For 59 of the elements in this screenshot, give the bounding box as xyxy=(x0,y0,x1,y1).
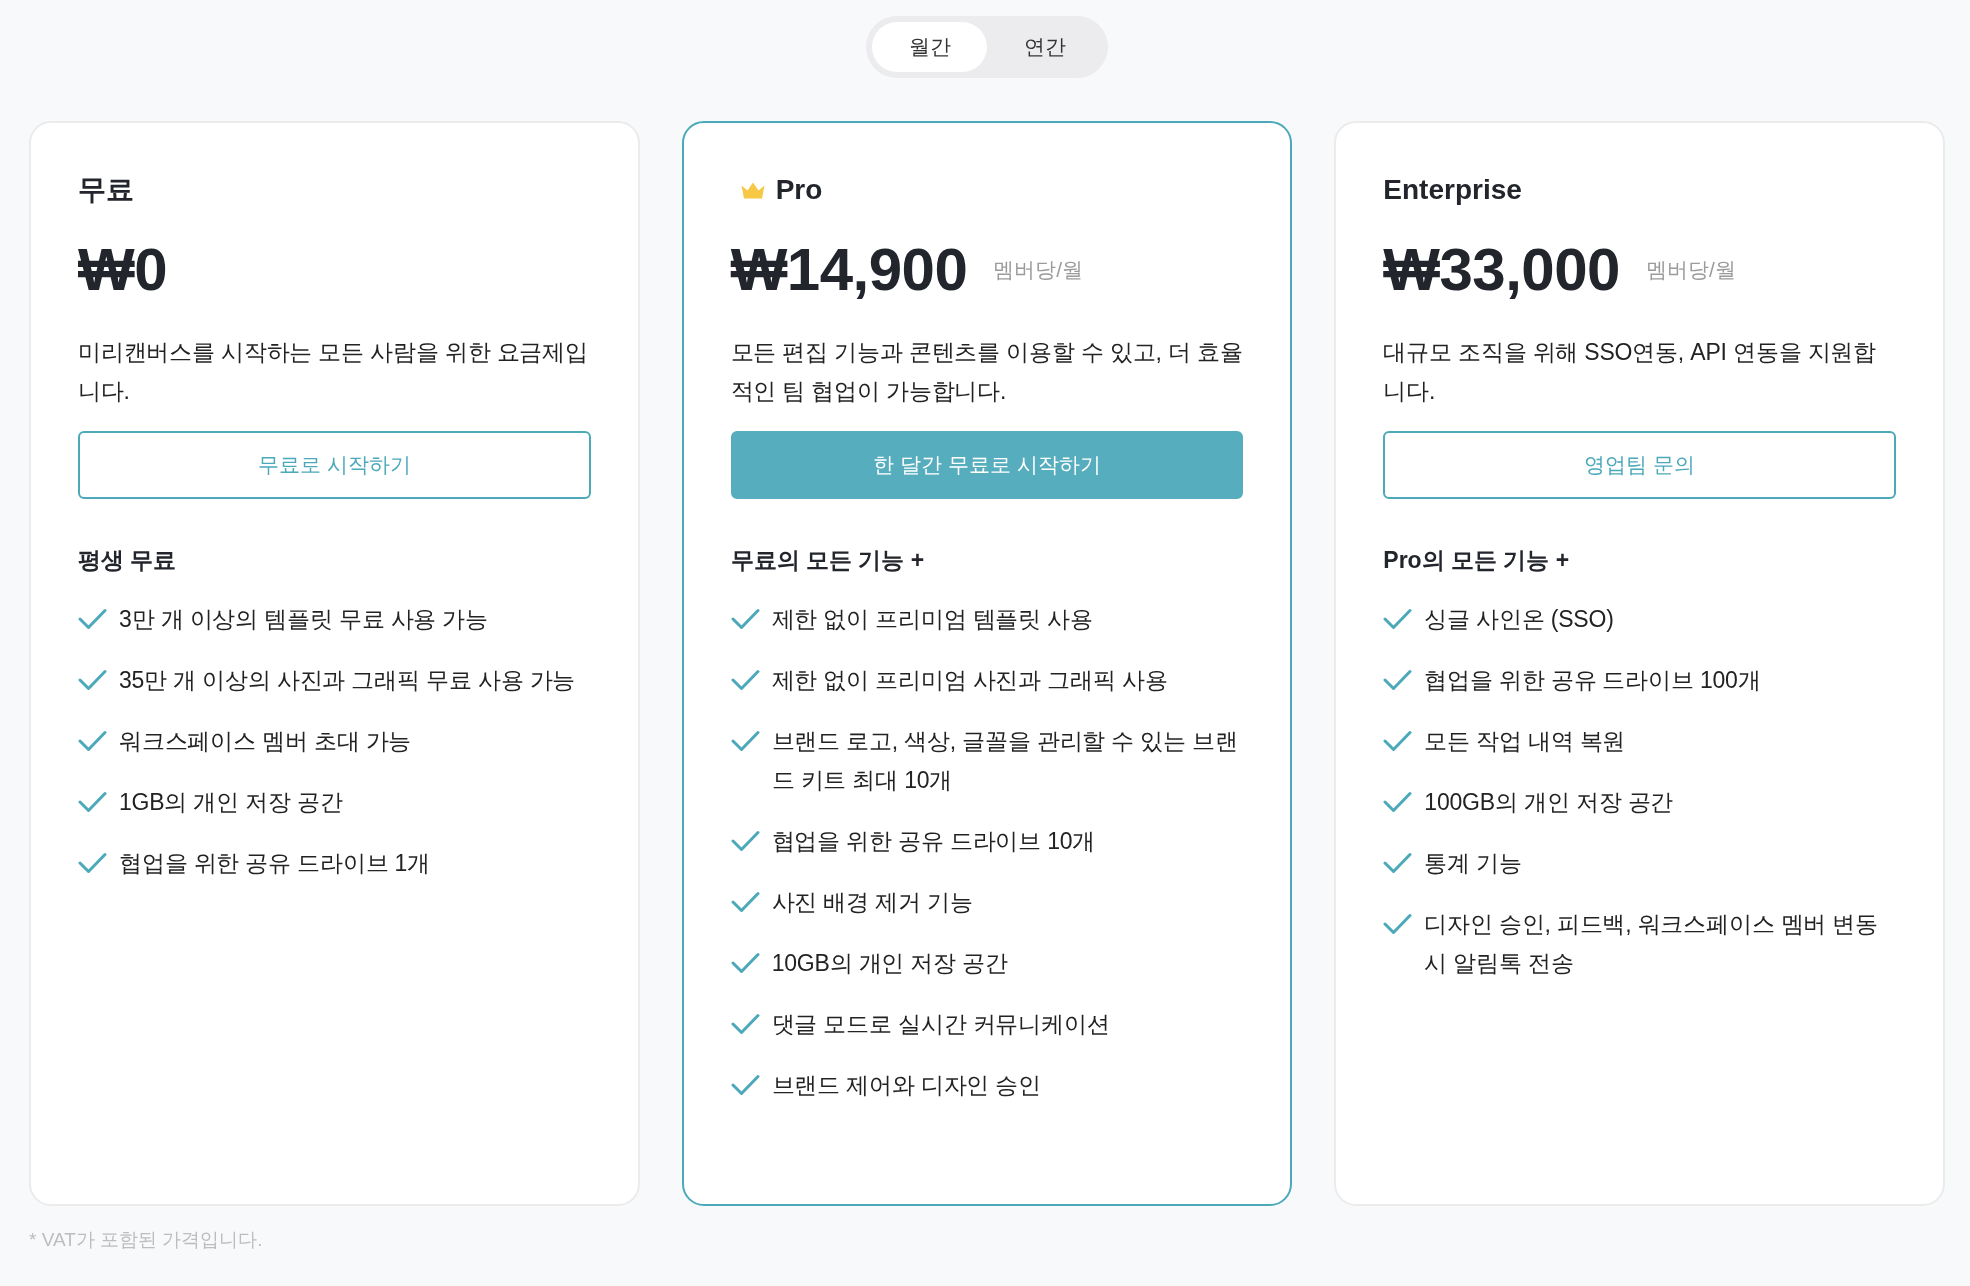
feature-text: 사진 배경 제거 기능 xyxy=(771,888,973,917)
plan-description: 모든 편집 기능과 콘텐츠를 이용할 수 있고, 더 효율적인 팀 협업이 가능합니다. xyxy=(730,338,1244,406)
feature-text: 3만 개 이상의 템플릿 무료 사용 가능 xyxy=(119,605,488,634)
check-icon xyxy=(1383,913,1413,935)
check-icon xyxy=(1383,791,1413,813)
check-icon xyxy=(730,952,760,974)
feature-text: 1GB의 개인 저장 공간 xyxy=(119,788,343,817)
feature-text: 협업을 위한 공유 드라이브 1개 xyxy=(119,849,430,878)
check-icon xyxy=(730,1013,760,1035)
features-heading: 무료의 모든 기능 + xyxy=(730,546,926,575)
feature-text: 댓글 모드로 실시간 커뮤니케이션 xyxy=(771,1010,1110,1039)
check-icon xyxy=(1383,669,1413,691)
plan-description: 대규모 조직을 위해 SSO연동, API 연동을 지원합니다. xyxy=(1383,338,1877,406)
feature-text: 협업을 위한 공유 드라이브 10개 xyxy=(771,827,1096,856)
billing-tab[interactable]: 연간 xyxy=(987,22,1102,72)
feature-text: 10GB의 개인 저장 공간 xyxy=(771,949,1008,978)
price-unit: 멤버당/월 xyxy=(993,257,1084,283)
feature-text: 제한 없이 프리미엄 템플릿 사용 xyxy=(771,605,1093,634)
feature-text: 워크스페이스 멤버 초대 가능 xyxy=(119,727,412,756)
plan-name: Enterprise xyxy=(1383,173,1522,207)
check-icon xyxy=(78,669,107,691)
check-icon xyxy=(1383,730,1413,752)
check-icon xyxy=(78,730,107,752)
check-icon xyxy=(78,608,107,630)
plan-description: 미리캔버스를 시작하는 모든 사람을 위한 요금제입니다. xyxy=(78,338,589,406)
feature-text: 브랜드 제어와 디자인 승인 xyxy=(771,1071,1042,1100)
plan-price: ₩33,000 xyxy=(1383,235,1620,305)
plan-price: ₩14,900 xyxy=(730,235,968,305)
footnote-text: * VAT가 포함된 가격입니다. xyxy=(29,1228,263,1252)
feature-text: 브랜드 로고, 색상, 글꼴을 관리할 수 있는 브랜드 키트 최대 10개 xyxy=(771,727,1239,795)
features-heading: 평생 무료 xyxy=(78,546,178,575)
feature-text: 100GB의 개인 저장 공간 xyxy=(1424,788,1674,817)
check-icon xyxy=(78,791,107,813)
check-icon xyxy=(730,1074,760,1096)
check-icon xyxy=(1383,852,1413,874)
plan-button[interactable]: 한 달간 무료로 시작하기 xyxy=(730,431,1244,499)
billing-tab[interactable]: 월간 xyxy=(872,22,987,72)
plan-button[interactable]: 무료로 시작하기 xyxy=(78,431,591,499)
check-icon xyxy=(730,730,760,752)
plan-name: Pro xyxy=(775,173,823,207)
plan-button[interactable]: 영업팀 문의 xyxy=(1383,431,1896,499)
feature-text: 디자인 승인, 피드백, 워크스페이스 멤버 변동 시 알림톡 전송 xyxy=(1424,910,1880,978)
feature-text: 싱글 사인온 (SSO) xyxy=(1424,605,1614,634)
feature-text: 제한 없이 프리미엄 사진과 그래픽 사용 xyxy=(771,666,1168,695)
crown-icon xyxy=(739,180,766,200)
features-heading: Pro의 모든 기능 + xyxy=(1383,546,1571,575)
check-icon xyxy=(730,891,760,913)
check-icon xyxy=(730,608,760,630)
check-icon xyxy=(730,669,760,691)
feature-text: 모든 작업 내역 복원 xyxy=(1424,727,1626,756)
feature-text: 통계 기능 xyxy=(1424,849,1522,878)
check-icon xyxy=(730,830,760,852)
check-icon xyxy=(78,852,107,874)
check-icon xyxy=(1383,608,1413,630)
feature-text: 협업을 위한 공유 드라이브 100개 xyxy=(1424,666,1761,695)
feature-text: 35만 개 이상의 사진과 그래픽 무료 사용 가능 xyxy=(119,666,576,695)
price-unit: 멤버당/월 xyxy=(1646,257,1736,283)
plan-price: ₩0 xyxy=(78,235,167,305)
plan-name: 무료 xyxy=(78,173,134,207)
